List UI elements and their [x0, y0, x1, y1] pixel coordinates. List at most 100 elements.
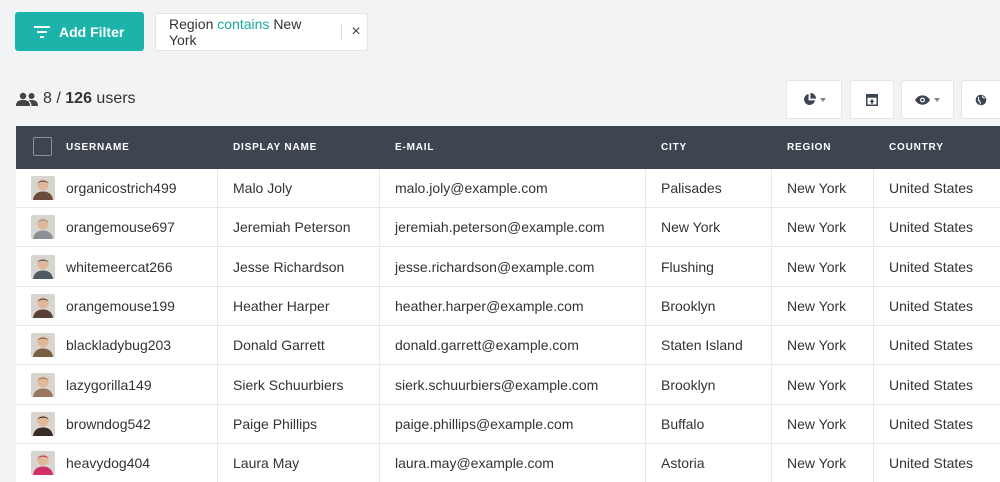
table-row[interactable]: organicostrich499 Malo Joly malo.joly@exam…: [16, 169, 1000, 208]
column-header-display-name[interactable]: DISPLAY NAME: [233, 126, 317, 169]
cell-email: malo.joly@example.com: [395, 180, 548, 196]
column-divider: [645, 444, 646, 482]
cell-region: New York: [787, 219, 847, 236]
cell-email: laura.may@example.com: [395, 455, 554, 472]
cell-email: jeremiah.peterson@example.com: [395, 219, 605, 236]
avatar-image: [31, 293, 55, 318]
users-count: 8 / 126 users: [16, 88, 136, 110]
column-divider: [873, 247, 874, 287]
chart-button[interactable]: [786, 80, 842, 119]
avatar-image: [31, 372, 55, 397]
cell-country: United States: [889, 219, 974, 236]
table-row[interactable]: blackladybug203 Donald Garrett donald.garr…: [16, 326, 1000, 366]
close-icon[interactable]: ×: [345, 23, 367, 41]
cell-username: orangemouse697: [66, 219, 175, 236]
column-divider: [873, 326, 874, 366]
shown-count: 8: [43, 90, 52, 107]
cell-country: United States: [889, 337, 974, 354]
avatar: [31, 293, 55, 318]
cell-city: Astoria: [661, 455, 705, 472]
column-divider: [379, 444, 380, 482]
avatar: [31, 372, 55, 397]
avatar: [31, 176, 55, 200]
column-header-city[interactable]: CITY: [661, 126, 687, 169]
cell-city: Staten Island: [661, 337, 743, 354]
column-divider: [771, 208, 772, 248]
cell-country: United States: [889, 297, 974, 314]
avatar-image: [31, 411, 55, 436]
cell-username: browndog542: [66, 415, 151, 432]
column-divider: [379, 365, 380, 405]
filter-chip[interactable]: Region contains New York ×: [155, 13, 368, 51]
column-divider: [217, 444, 218, 482]
users-table: USERNAME DISPLAY NAME E-MAIL CITY REGION…: [16, 126, 1000, 482]
column-header-email[interactable]: E-MAIL: [395, 126, 434, 169]
cell-region: New York: [787, 455, 847, 472]
globe-button[interactable]: [961, 80, 1000, 119]
column-divider: [379, 247, 380, 287]
select-all-checkbox[interactable]: [33, 137, 52, 156]
cell-email: jesse.richardson@example.com: [395, 258, 595, 275]
cell-display-name: Jesse Richardson: [233, 258, 345, 275]
filter-operator: contains: [217, 16, 270, 32]
cell-username: heavydog404: [66, 455, 151, 472]
export-icon: [866, 93, 878, 106]
cell-country: United States: [889, 415, 974, 432]
add-filter-button[interactable]: Add Filter: [15, 12, 144, 51]
avatar-image: [31, 254, 55, 279]
column-header-username[interactable]: USERNAME: [66, 126, 130, 169]
column-divider: [771, 326, 772, 366]
total-count: 126: [65, 90, 92, 107]
column-divider: [379, 208, 380, 248]
table-row[interactable]: whitemeercat266 Jesse Richardson jesse.ric…: [16, 247, 1000, 287]
avatar-image: [31, 215, 55, 240]
column-divider: [217, 326, 218, 366]
column-divider: [645, 169, 646, 208]
avatar-image: [31, 451, 55, 476]
column-divider: [873, 169, 874, 208]
table-row[interactable]: lazygorilla149 Sierk Schuurbiers sierk.sch…: [16, 365, 1000, 405]
chevron-down-icon: [819, 97, 826, 102]
column-divider: [645, 286, 646, 326]
column-divider: [873, 208, 874, 248]
visibility-button[interactable]: [901, 80, 954, 119]
filter-chip-text: Region contains New York: [156, 16, 331, 48]
count-unit: users: [96, 90, 136, 107]
cell-city: New York: [661, 219, 721, 236]
cell-display-name: Jeremiah Peterson: [233, 219, 351, 236]
cell-email: paige.phillips@example.com: [395, 415, 574, 432]
column-divider: [379, 169, 380, 208]
cell-display-name: Donald Garrett: [233, 337, 325, 354]
column-divider: [645, 208, 646, 248]
column-divider: [645, 326, 646, 366]
cell-country: United States: [889, 376, 974, 393]
column-divider: [645, 365, 646, 405]
table-row[interactable]: orangemouse697 Jeremiah Peterson jeremiah.…: [16, 208, 1000, 248]
cell-email: donald.garrett@example.com: [395, 337, 579, 354]
chart-pie-icon: [803, 93, 816, 105]
cell-display-name: Heather Harper: [233, 297, 330, 314]
cell-display-name: Paige Phillips: [233, 415, 318, 432]
filter-chip-divider: [341, 23, 343, 41]
table-row[interactable]: orangemouse199 Heather Harper heather.harp…: [16, 286, 1000, 326]
table-row[interactable]: heavydog404 Laura May laura.may@example.co…: [16, 444, 1000, 482]
column-divider: [217, 365, 218, 405]
cell-country: United States: [889, 180, 974, 196]
column-divider: [873, 365, 874, 405]
cell-region: New York: [787, 297, 847, 314]
column-header-country[interactable]: COUNTRY: [889, 126, 944, 169]
table-row[interactable]: browndog542 Paige Phillips paige.phillips@…: [16, 404, 1000, 444]
cell-city: Palisades: [661, 180, 722, 196]
cell-city: Buffalo: [661, 415, 705, 432]
column-divider: [771, 286, 772, 326]
add-filter-label: Add Filter: [59, 23, 125, 40]
cell-region: New York: [787, 258, 847, 275]
cell-country: United States: [889, 455, 974, 472]
cell-username: lazygorilla149: [66, 376, 152, 393]
cell-display-name: Malo Joly: [233, 180, 293, 196]
column-header-region[interactable]: REGION: [787, 126, 831, 169]
filter-field: Region: [169, 16, 214, 32]
export-button[interactable]: [850, 80, 894, 119]
avatar-image: [31, 176, 55, 200]
column-divider: [873, 286, 874, 326]
